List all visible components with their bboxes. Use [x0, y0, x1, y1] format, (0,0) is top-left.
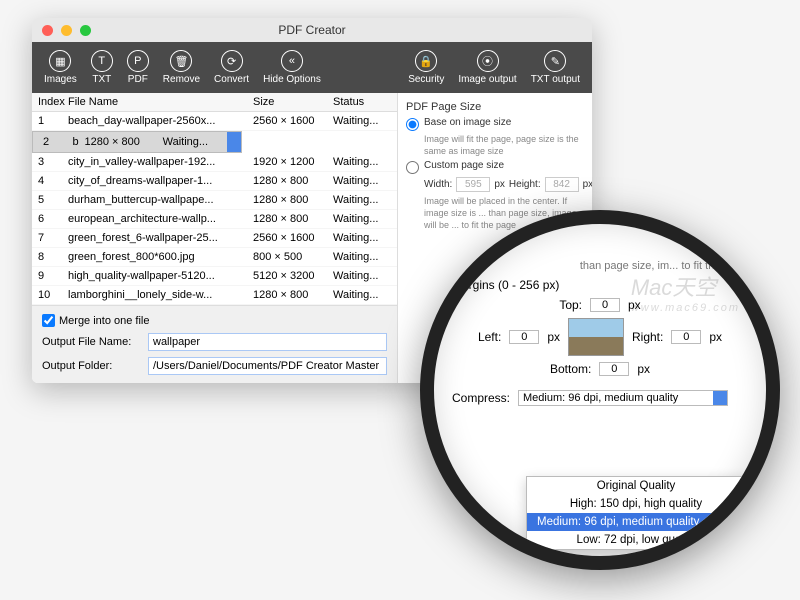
- height-input[interactable]: [545, 177, 579, 192]
- margin-left-input[interactable]: [509, 330, 539, 344]
- table-row[interactable]: 4city_of_dreams-wallpaper-1...1280 × 800…: [32, 172, 397, 191]
- txt-icon: T: [91, 50, 113, 72]
- toolbar-txt[interactable]: TTXT: [87, 48, 117, 87]
- table-row[interactable]: 1beach_day-wallpaper-2560x...2560 × 1600…: [32, 112, 397, 131]
- compress-dropdown: Original QualityHigh: 150 dpi, high qual…: [526, 476, 746, 550]
- col-name[interactable]: File Name: [62, 93, 247, 111]
- toolbar-pdf[interactable]: PPDF: [123, 48, 153, 87]
- toolbar-hide-options[interactable]: «Hide Options: [259, 48, 325, 87]
- table-row[interactable]: 7green_forest_6-wallpaper-25...2560 × 16…: [32, 229, 397, 248]
- table-row[interactable]: 9high_quality-wallpaper-5120...5120 × 32…: [32, 267, 397, 286]
- compress-option[interactable]: Original Quality: [527, 477, 745, 495]
- radio-custom-label: Custom page size: [424, 160, 504, 171]
- minimize-icon[interactable]: [61, 25, 72, 36]
- toolbar-convert[interactable]: ⟳Convert: [210, 48, 253, 87]
- convert-icon: ⟳: [221, 50, 243, 72]
- margin-bottom-input[interactable]: [599, 362, 629, 376]
- preview-thumb: [568, 318, 624, 356]
- radio-base-on-image[interactable]: [406, 118, 419, 131]
- merge-checkbox[interactable]: [42, 314, 55, 327]
- txt-output-icon: ✎: [544, 50, 566, 72]
- page-size-header: PDF Page Size: [406, 101, 584, 113]
- titlebar: PDF Creator: [32, 18, 592, 42]
- compress-option[interactable]: Low: 72 dpi, low quality: [527, 531, 745, 549]
- compress-label: Compress:: [452, 391, 510, 405]
- width-input[interactable]: [456, 177, 490, 192]
- table-row[interactable]: 10lamborghini__lonely_side-w...1280 × 80…: [32, 286, 397, 305]
- image-output-icon: ⦿: [477, 50, 499, 72]
- window-title: PDF Creator: [32, 23, 592, 37]
- col-status[interactable]: Status: [327, 93, 397, 111]
- base-hint: Image will fit the page, page size is th…: [424, 134, 584, 157]
- pdf-icon: P: [127, 50, 149, 72]
- margin-right-input[interactable]: [671, 330, 701, 344]
- toolbar-remove[interactable]: 🗑Remove: [159, 48, 204, 87]
- file-table: Index File Name Size Status 1beach_day-w…: [32, 93, 397, 305]
- toolbar-txt-output[interactable]: ✎TXT output: [527, 48, 584, 87]
- table-row[interactable]: 8green_forest_800*600.jpg800 × 500Waitin…: [32, 248, 397, 267]
- partial-text: than page size, im... to fit the page: [452, 260, 748, 272]
- output-panel: Merge into one file Output File Name: Ou…: [32, 305, 397, 383]
- toolbar-security[interactable]: 🔒Security: [404, 48, 448, 87]
- radio-base-label: Base on image size: [424, 117, 511, 128]
- lock-icon: 🔒: [415, 50, 437, 72]
- magnifier-overlay: than page size, im... to fit the page Ma…: [420, 210, 780, 570]
- compress-option[interactable]: High: 150 dpi, high quality: [527, 495, 745, 513]
- compress-option[interactable]: Medium: 96 dpi, medium quality: [527, 513, 745, 531]
- col-size[interactable]: Size: [247, 93, 327, 111]
- toolbar: ▦Images TTXT PPDF 🗑Remove ⟳Convert «Hide…: [32, 42, 592, 93]
- close-icon[interactable]: [42, 25, 53, 36]
- table-row[interactable]: 2beautiful_city_lights-wallpap...1280 × …: [32, 131, 242, 153]
- toolbar-image-output[interactable]: ⦿Image output: [454, 48, 520, 87]
- filename-label: Output File Name:: [42, 336, 142, 348]
- trash-icon: 🗑: [170, 50, 192, 72]
- margins-header: Margins (0 - 256 px): [452, 278, 748, 292]
- col-index[interactable]: Index: [32, 93, 62, 111]
- margin-top-input[interactable]: [590, 298, 620, 312]
- merge-label: Merge into one file: [59, 315, 150, 327]
- hide-icon: «: [281, 50, 303, 72]
- folder-label: Output Folder:: [42, 360, 142, 372]
- table-row[interactable]: 6european_architecture-wallp...1280 × 80…: [32, 210, 397, 229]
- toolbar-images[interactable]: ▦Images: [40, 48, 81, 87]
- table-row[interactable]: 3city_in_valley-wallpaper-192...1920 × 1…: [32, 153, 397, 172]
- compress-select[interactable]: Medium: 96 dpi, medium quality: [518, 390, 728, 406]
- radio-custom-size[interactable]: [406, 161, 419, 174]
- images-icon: ▦: [49, 50, 71, 72]
- folder-input[interactable]: [148, 357, 387, 375]
- table-row[interactable]: 5durham_buttercup-wallpape...1280 × 800W…: [32, 191, 397, 210]
- zoom-icon[interactable]: [80, 25, 91, 36]
- filename-input[interactable]: [148, 333, 387, 351]
